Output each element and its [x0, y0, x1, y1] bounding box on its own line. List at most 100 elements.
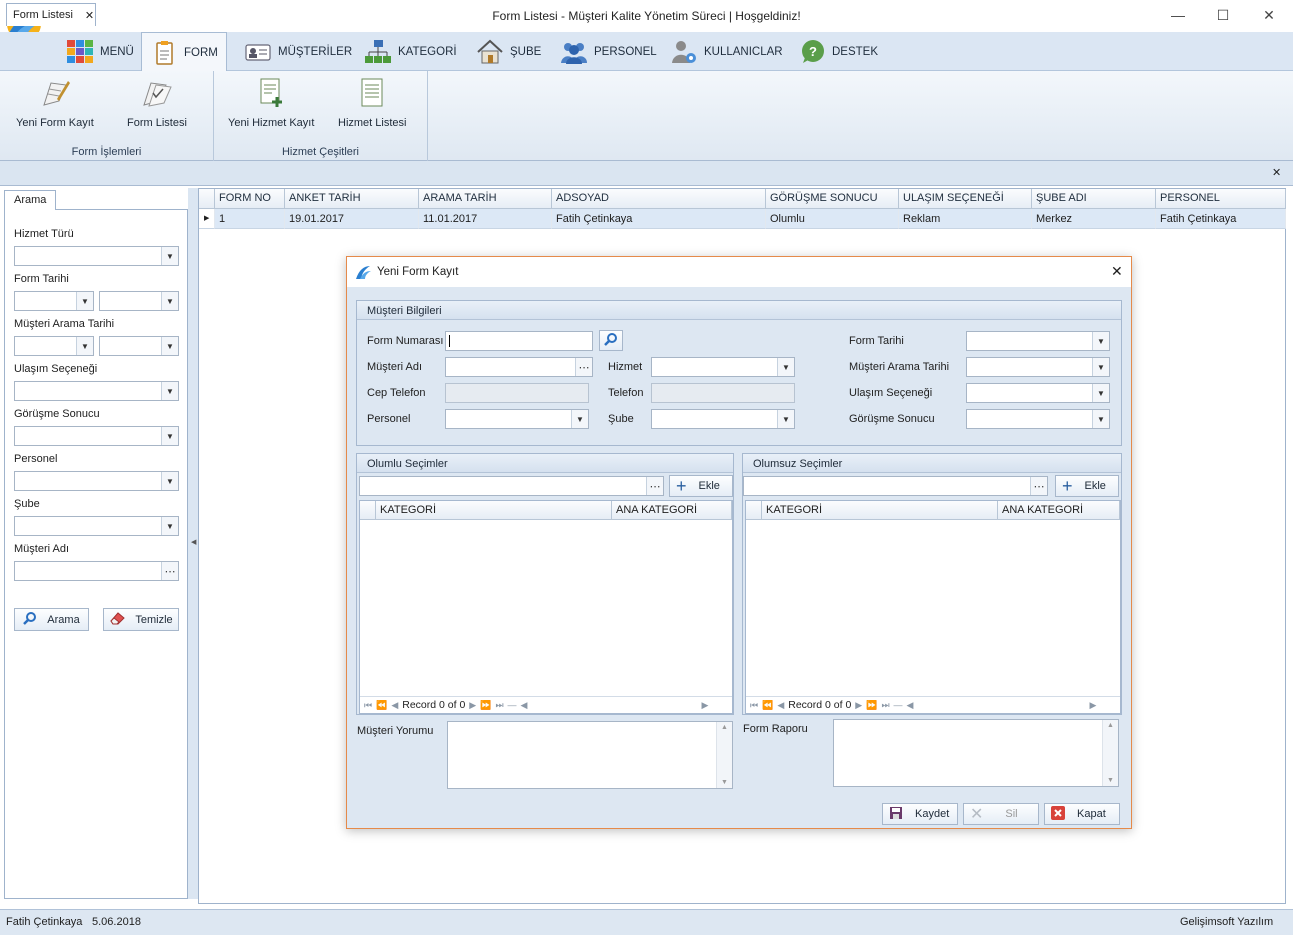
first-record-icon[interactable]: ⏮ [364, 700, 372, 711]
arama-tarihi-start[interactable]: ▼ [14, 336, 94, 356]
close-window-button[interactable]: ✕ [1246, 0, 1292, 30]
hizmet-turu-combo[interactable]: ▼ [14, 246, 179, 266]
gorusme-sonucu-combo[interactable]: ▼ [14, 426, 179, 446]
column-header[interactable]: ANA KATEGORİ [998, 501, 1120, 520]
tab-kategori[interactable]: KATEGORİ [356, 32, 465, 71]
close-document-icon[interactable]: ✕ [1272, 166, 1281, 179]
chevron-down-icon[interactable]: ▼ [571, 410, 588, 428]
musteri-arama-tarihi-date[interactable]: ▼ [966, 357, 1110, 377]
dialog-close-icon[interactable]: ✕ [1111, 263, 1123, 280]
scroll-left-icon[interactable]: ◀ [521, 700, 528, 711]
tab-sube[interactable]: ŞUBE [468, 32, 549, 71]
table-cell[interactable]: Reklam [899, 209, 1032, 229]
form-numarasi-input[interactable] [445, 331, 593, 351]
positive-add-button[interactable]: + Ekle [669, 475, 733, 497]
table-cell[interactable]: 19.01.2017 [285, 209, 419, 229]
tab-destek[interactable]: ? DESTEK [790, 32, 886, 71]
delete-button[interactable]: ✕ Sil [963, 803, 1039, 825]
musteri-adi-input[interactable]: ⋯ [445, 357, 593, 377]
search-form-button[interactable] [599, 330, 623, 351]
scroll-up-icon[interactable]: ▲ [721, 724, 728, 731]
personel-combo[interactable]: ▼ [445, 409, 589, 429]
tab-personel[interactable]: PERSONEL [552, 32, 665, 71]
chevron-down-icon[interactable]: ▼ [1092, 384, 1109, 402]
chevron-down-icon[interactable]: ▼ [161, 247, 178, 265]
sube-combo[interactable]: ▼ [14, 516, 179, 536]
tab-arama[interactable]: Arama [4, 190, 56, 210]
chevron-down-icon[interactable]: ▼ [161, 517, 178, 535]
prev-page-icon[interactable]: ⏪ [376, 700, 387, 711]
chevron-down-icon[interactable]: ▼ [1092, 410, 1109, 428]
close-button[interactable]: Kapat [1044, 803, 1120, 825]
table-cell[interactable]: Fatih Çetinkaya [1156, 209, 1286, 229]
form-tarihi-start[interactable]: ▼ [14, 291, 94, 311]
positive-category-picker[interactable]: ⋯ [359, 476, 664, 496]
scroll-right-icon[interactable]: ▶ [1089, 700, 1096, 711]
personel-combo[interactable]: ▼ [14, 471, 179, 491]
column-header[interactable]: KATEGORİ [376, 501, 612, 520]
collapse-arrow-icon[interactable]: ◀ [191, 538, 196, 546]
last-record-icon[interactable]: ⏭ [881, 700, 889, 711]
table-cell[interactable]: Fatih Çetinkaya [552, 209, 766, 229]
prev-record-icon[interactable]: ◀ [391, 700, 398, 711]
column-header[interactable]: KATEGORİ [762, 501, 998, 520]
minimize-button[interactable]: — [1155, 0, 1201, 30]
save-button[interactable]: Kaydet [882, 803, 958, 825]
first-record-icon[interactable]: ⏮ [750, 700, 758, 711]
table-cell[interactable]: Merkez [1032, 209, 1156, 229]
chevron-down-icon[interactable]: ▼ [161, 472, 178, 490]
new-service-button[interactable]: Yeni Hizmet Kayıt [228, 77, 314, 129]
customer-comment-textarea[interactable]: ▲ ▼ [447, 721, 733, 789]
ellipsis-icon[interactable]: ⋯ [161, 562, 178, 580]
chevron-down-icon[interactable]: ▼ [161, 292, 178, 310]
next-page-icon[interactable]: ⏩ [866, 700, 877, 711]
arama-tarihi-end[interactable]: ▼ [99, 336, 179, 356]
tab-form-listesi[interactable]: Form Listesi ✕ [6, 3, 96, 26]
column-header[interactable]: ULAŞIM SEÇENEĞİ [899, 189, 1032, 209]
chevron-down-icon[interactable]: ▼ [161, 337, 178, 355]
ulasim-secenegi-combo[interactable]: ▼ [966, 383, 1110, 403]
last-record-icon[interactable]: ⏭ [495, 700, 503, 711]
column-header[interactable]: FORM NO [215, 189, 285, 209]
chevron-down-icon[interactable]: ▼ [1092, 332, 1109, 350]
scrollbar[interactable]: ▲ ▼ [716, 722, 732, 788]
column-header[interactable]: ANA KATEGORİ [612, 501, 732, 520]
scrollbar[interactable]: ▲ ▼ [1102, 720, 1118, 786]
new-form-button[interactable]: Yeni Form Kayıt [16, 77, 94, 129]
splitter[interactable]: ◀ [188, 188, 198, 899]
clear-button[interactable]: Temizle [103, 608, 179, 631]
scroll-down-icon[interactable]: ▼ [721, 779, 728, 786]
delete-record-icon[interactable]: — [894, 700, 903, 710]
column-header[interactable]: GÖRÜŞME SONUCU [766, 189, 899, 209]
prev-record-icon[interactable]: ◀ [777, 700, 784, 711]
chevron-down-icon[interactable]: ▼ [777, 410, 794, 428]
column-header[interactable]: ARAMA TARİH [419, 189, 552, 209]
tab-menu[interactable]: MENÜ [58, 32, 142, 71]
search-button[interactable]: Arama [14, 608, 89, 631]
tab-kullanicilar[interactable]: KULLANICLAR [662, 32, 791, 71]
ellipsis-icon[interactable]: ⋯ [646, 477, 663, 495]
column-header[interactable]: ŞUBE ADI [1032, 189, 1156, 209]
negative-add-button[interactable]: + Ekle [1055, 475, 1119, 497]
service-list-button[interactable]: Hizmet Listesi [338, 77, 406, 129]
next-record-icon[interactable]: ▶ [469, 700, 476, 711]
tab-musteriler[interactable]: MÜŞTERİLER [236, 32, 360, 71]
chevron-down-icon[interactable]: ▼ [161, 382, 178, 400]
form-list-button[interactable]: Form Listesi [127, 77, 187, 129]
hizmet-combo[interactable]: ▼ [651, 357, 795, 377]
delete-record-icon[interactable]: — [508, 700, 517, 710]
ulasim-secenegi-combo[interactable]: ▼ [14, 381, 179, 401]
next-page-icon[interactable]: ⏩ [480, 700, 491, 711]
maximize-button[interactable]: ☐ [1200, 0, 1246, 30]
musteri-adi-field[interactable]: ⋯ [14, 561, 179, 581]
chevron-down-icon[interactable]: ▼ [777, 358, 794, 376]
form-report-textarea[interactable]: ▲ ▼ [833, 719, 1119, 787]
column-header[interactable]: ANKET TARİH [285, 189, 419, 209]
next-record-icon[interactable]: ▶ [855, 700, 862, 711]
scroll-right-icon[interactable]: ▶ [701, 700, 708, 711]
table-cell[interactable]: 11.01.2017 [419, 209, 552, 229]
chevron-down-icon[interactable]: ▼ [161, 427, 178, 445]
form-tarihi-date[interactable]: ▼ [966, 331, 1110, 351]
table-cell[interactable]: Olumlu [766, 209, 899, 229]
prev-page-icon[interactable]: ⏪ [762, 700, 773, 711]
